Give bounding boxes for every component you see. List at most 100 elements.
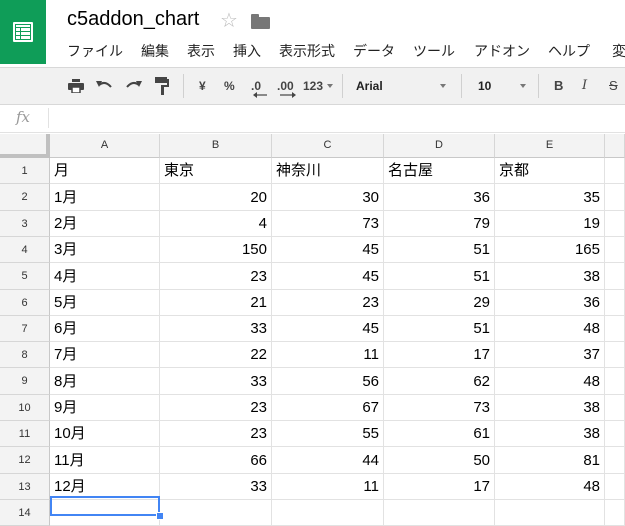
more-formats-button[interactable]: 123	[303, 68, 323, 104]
cell-f1[interactable]	[605, 158, 625, 184]
cell-b8[interactable]: 22	[160, 342, 272, 368]
cell-b6[interactable]: 21	[160, 290, 272, 316]
cell-d4[interactable]: 51	[384, 237, 495, 263]
cell-c7[interactable]: 45	[272, 316, 384, 342]
cell-f7[interactable]	[605, 316, 625, 342]
cell-c10[interactable]: 67	[272, 395, 384, 421]
row-header[interactable]: 11	[0, 421, 50, 447]
cell-a7[interactable]: 6月	[50, 316, 160, 342]
cell-c11[interactable]: 55	[272, 421, 384, 447]
menu-insert[interactable]: 挿入	[233, 41, 261, 61]
cell-a9[interactable]: 8月	[50, 368, 160, 395]
currency-format-button[interactable]: ¥	[199, 68, 206, 104]
row-header[interactable]: 12	[0, 447, 50, 474]
cell-e3[interactable]: 19	[495, 211, 605, 237]
cell-e10[interactable]: 38	[495, 395, 605, 421]
row-header[interactable]: 3	[0, 211, 50, 237]
menu-data[interactable]: データ	[353, 41, 395, 61]
cell-b1[interactable]: 東京	[160, 158, 272, 184]
cell-b7[interactable]: 33	[160, 316, 272, 342]
cell-f5[interactable]	[605, 263, 625, 290]
cell-c13[interactable]: 11	[272, 474, 384, 500]
cell-d1[interactable]: 名古屋	[384, 158, 495, 184]
cell-d11[interactable]: 61	[384, 421, 495, 447]
cell-a1[interactable]: 月	[50, 158, 160, 184]
row-header[interactable]: 5	[0, 263, 50, 290]
paint-format-icon[interactable]	[155, 77, 169, 95]
cell-f2[interactable]	[605, 184, 625, 211]
row-header[interactable]: 8	[0, 342, 50, 368]
cell-b4[interactable]: 150	[160, 237, 272, 263]
cell-c1[interactable]: 神奈川	[272, 158, 384, 184]
row-header[interactable]: 2	[0, 184, 50, 211]
cell-b2[interactable]: 20	[160, 184, 272, 211]
cell-a3[interactable]: 2月	[50, 211, 160, 237]
cell-f9[interactable]	[605, 368, 625, 395]
select-all-corner[interactable]	[0, 134, 50, 158]
cell-b9[interactable]: 33	[160, 368, 272, 395]
cell-d12[interactable]: 50	[384, 447, 495, 474]
row-header[interactable]: 10	[0, 395, 50, 421]
cell-f12[interactable]	[605, 447, 625, 474]
cell-f13[interactable]	[605, 474, 625, 500]
cell-a5[interactable]: 4月	[50, 263, 160, 290]
cell-a11[interactable]: 10月	[50, 421, 160, 447]
row-header[interactable]: 6	[0, 290, 50, 316]
cell-b3[interactable]: 4	[160, 211, 272, 237]
cell-f10[interactable]	[605, 395, 625, 421]
italic-button[interactable]: I	[582, 68, 587, 104]
cell-d10[interactable]: 73	[384, 395, 495, 421]
row-header[interactable]: 9	[0, 368, 50, 395]
menu-extra[interactable]: 変	[612, 41, 625, 61]
cell-f4[interactable]	[605, 237, 625, 263]
menu-edit[interactable]: 編集	[141, 41, 169, 61]
cell-e8[interactable]: 37	[495, 342, 605, 368]
cell-e2[interactable]: 35	[495, 184, 605, 211]
cell-e11[interactable]: 38	[495, 421, 605, 447]
cell-c3[interactable]: 73	[272, 211, 384, 237]
menu-file[interactable]: ファイル	[67, 41, 123, 61]
cell-d13[interactable]: 17	[384, 474, 495, 500]
menu-addons[interactable]: アドオン	[474, 41, 530, 61]
cell-f3[interactable]	[605, 211, 625, 237]
cell-a12[interactable]: 11月	[50, 447, 160, 474]
column-header-d[interactable]: D	[384, 134, 495, 158]
cell-c2[interactable]: 30	[272, 184, 384, 211]
redo-icon[interactable]	[124, 79, 142, 93]
document-title[interactable]: c5addon_chart	[67, 8, 199, 31]
fill-handle[interactable]	[156, 512, 164, 520]
folder-icon[interactable]	[251, 14, 270, 29]
cell-d3[interactable]: 79	[384, 211, 495, 237]
cell-d5[interactable]: 51	[384, 263, 495, 290]
row-header[interactable]: 1	[0, 158, 50, 184]
cell-a10[interactable]: 9月	[50, 395, 160, 421]
cell-d8[interactable]: 17	[384, 342, 495, 368]
row-header[interactable]: 7	[0, 316, 50, 342]
cell-a6[interactable]: 5月	[50, 290, 160, 316]
cell-a4[interactable]: 3月	[50, 237, 160, 263]
cell-d6[interactable]: 29	[384, 290, 495, 316]
cell-a2[interactable]: 1月	[50, 184, 160, 211]
cell-e6[interactable]: 36	[495, 290, 605, 316]
cell-f6[interactable]	[605, 290, 625, 316]
cell-c5[interactable]: 45	[272, 263, 384, 290]
cell-e12[interactable]: 81	[495, 447, 605, 474]
cell-e1[interactable]: 京都	[495, 158, 605, 184]
cell-a8[interactable]: 7月	[50, 342, 160, 368]
decrease-decimal-button[interactable]: .0	[251, 68, 261, 104]
cell-f8[interactable]	[605, 342, 625, 368]
menu-view[interactable]: 表示	[187, 41, 215, 61]
column-header-a[interactable]: A	[50, 134, 160, 158]
bold-button[interactable]: B	[554, 68, 563, 104]
cell-f14[interactable]	[605, 500, 625, 526]
cell-b12[interactable]: 66	[160, 447, 272, 474]
cell-c14[interactable]	[272, 500, 384, 526]
menu-tools[interactable]: ツール	[413, 41, 455, 61]
cell-d14[interactable]	[384, 500, 495, 526]
cell-d2[interactable]: 36	[384, 184, 495, 211]
cell-b14[interactable]	[160, 500, 272, 526]
undo-icon[interactable]	[96, 79, 114, 93]
column-header-f[interactable]	[605, 134, 625, 158]
cell-b13[interactable]: 33	[160, 474, 272, 500]
cell-e7[interactable]: 48	[495, 316, 605, 342]
